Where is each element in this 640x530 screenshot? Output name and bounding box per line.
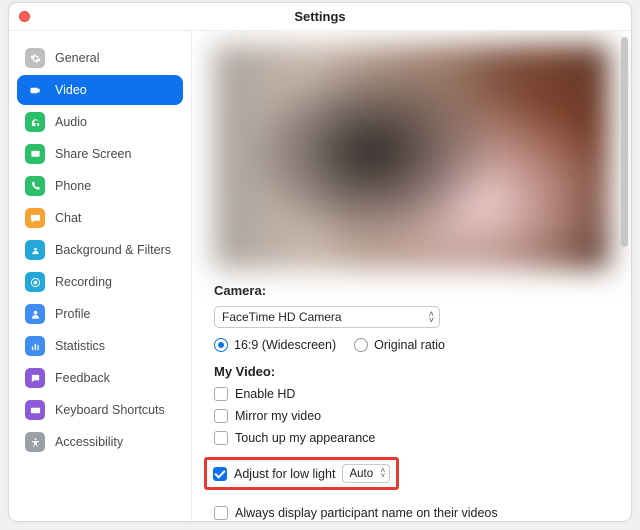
sidebar-item-bgf[interactable]: Background & Filters [17, 235, 183, 265]
camera-select[interactable]: FaceTime HD Camera ˄˅ [214, 306, 440, 328]
sidebar-item-label: Background & Filters [55, 243, 171, 257]
camera-section-label: Camera: [214, 283, 609, 298]
checkbox-icon [214, 387, 228, 401]
chevron-updown-icon: ˄˅ [429, 311, 434, 323]
sidebar-item-video[interactable]: Video [17, 75, 183, 105]
camera-select-value: FaceTime HD Camera [222, 310, 342, 324]
scroll-thumb[interactable] [621, 37, 628, 247]
always-name-checkbox[interactable]: Always display participant name on their… [214, 506, 609, 520]
sidebar-item-label: Video [55, 83, 87, 97]
sidebar-item-label: Keyboard Shortcuts [55, 403, 165, 417]
checkbox-icon [214, 431, 228, 445]
mirror-video-checkbox[interactable]: Mirror my video [214, 409, 609, 423]
feedback-icon [25, 368, 45, 388]
settings-sidebar: General Video Audio Share Screen Phone Chat Ba… [9, 31, 192, 521]
sidebar-item-label: General [55, 51, 99, 65]
always-name-label: Always display participant name on their… [235, 506, 498, 520]
touchup-label: Touch up my appearance [235, 431, 375, 445]
sidebar-item-keys[interactable]: Keyboard Shortcuts [17, 395, 183, 425]
sidebar-item-label: Profile [55, 307, 90, 321]
stats-icon [25, 336, 45, 356]
myvideo-section-label: My Video: [214, 364, 609, 379]
aspect-wide-radio[interactable]: 16:9 (Widescreen) [214, 338, 336, 352]
sidebar-item-label: Feedback [55, 371, 110, 385]
window-controls [19, 11, 30, 22]
sidebar-item-label: Phone [55, 179, 91, 193]
sidebar-item-profile[interactable]: Profile [17, 299, 183, 329]
touchup-checkbox[interactable]: Touch up my appearance [214, 431, 609, 445]
phone-icon [25, 176, 45, 196]
lowlight-label: Adjust for low light [234, 467, 335, 481]
share-icon [25, 144, 45, 164]
chat-icon [25, 208, 45, 228]
lowlight-highlight: Adjust for low light Auto ˄˅ [204, 457, 399, 490]
aspect-wide-label: 16:9 (Widescreen) [234, 338, 336, 352]
settings-window: Settings General Video Audio Share Screen Ph… [8, 2, 632, 522]
sidebar-item-audio[interactable]: Audio [17, 107, 183, 137]
close-window-button[interactable] [19, 11, 30, 22]
aspect-ratio-group: 16:9 (Widescreen) Original ratio [214, 338, 609, 352]
sidebar-item-label: Accessibility [55, 435, 123, 449]
mirror-video-label: Mirror my video [235, 409, 321, 423]
titlebar: Settings [9, 3, 631, 31]
aspect-original-radio[interactable]: Original ratio [354, 338, 445, 352]
myvideo-options: Enable HD Mirror my video Touch up my ap… [214, 387, 609, 520]
radio-dot-icon [214, 338, 228, 352]
checkbox-icon [214, 409, 228, 423]
sidebar-item-label: Chat [55, 211, 81, 225]
enable-hd-checkbox[interactable]: Enable HD [214, 387, 609, 401]
profile-icon [25, 304, 45, 324]
video-settings-panel: Camera: FaceTime HD Camera ˄˅ 16:9 (Wide… [192, 31, 631, 521]
sidebar-item-label: Share Screen [55, 147, 131, 161]
sidebar-item-chat[interactable]: Chat [17, 203, 183, 233]
enable-hd-label: Enable HD [235, 387, 295, 401]
sidebar-item-rec[interactable]: Recording [17, 267, 183, 297]
record-icon [25, 272, 45, 292]
camera-preview [214, 45, 609, 269]
window-title: Settings [294, 9, 345, 24]
sidebar-item-share[interactable]: Share Screen [17, 139, 183, 169]
checkbox-icon [214, 506, 228, 520]
accessibility-icon [25, 432, 45, 452]
lowlight-mode-value: Auto [349, 468, 373, 480]
gear-icon [25, 48, 45, 68]
headphones-icon [25, 112, 45, 132]
keyboard-icon [25, 400, 45, 420]
chevron-updown-icon: ˄˅ [380, 468, 385, 478]
sidebar-item-general[interactable]: General [17, 43, 183, 73]
sidebar-item-feedback[interactable]: Feedback [17, 363, 183, 393]
background-icon [25, 240, 45, 260]
lowlight-mode-select[interactable]: Auto ˄˅ [342, 464, 390, 483]
sidebar-item-phone[interactable]: Phone [17, 171, 183, 201]
scrollbar[interactable] [621, 33, 629, 513]
window-body: General Video Audio Share Screen Phone Chat Ba… [9, 31, 631, 521]
video-icon [25, 80, 45, 100]
sidebar-item-label: Recording [55, 275, 112, 289]
aspect-original-label: Original ratio [374, 338, 445, 352]
checkbox-icon [213, 467, 227, 481]
sidebar-item-label: Statistics [55, 339, 105, 353]
sidebar-item-access[interactable]: Accessibility [17, 427, 183, 457]
lowlight-checkbox[interactable]: Adjust for low light Auto ˄˅ [213, 464, 390, 483]
sidebar-item-stats[interactable]: Statistics [17, 331, 183, 361]
sidebar-item-label: Audio [55, 115, 87, 129]
radio-dot-icon [354, 338, 368, 352]
